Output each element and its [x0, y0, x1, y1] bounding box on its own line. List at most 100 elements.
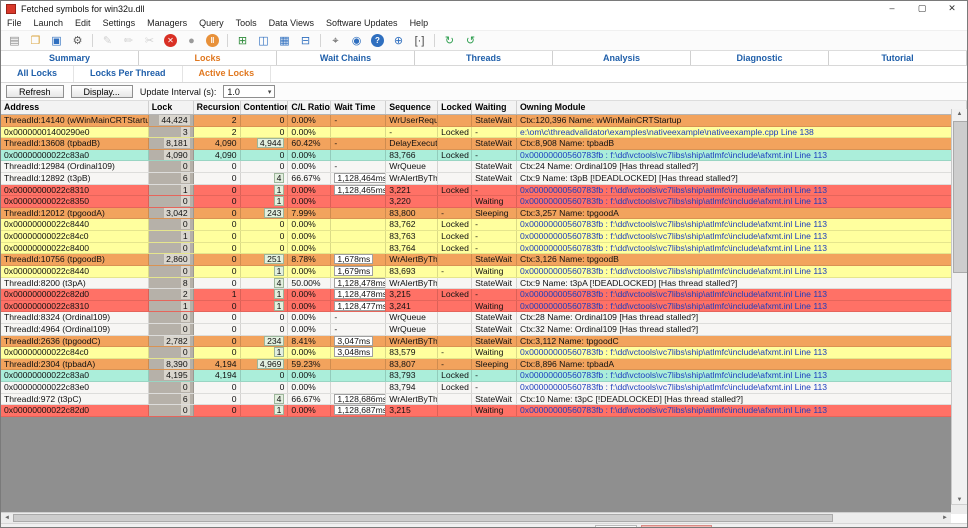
display-button[interactable]: Display...: [70, 85, 133, 98]
table-row[interactable]: ThreadId:14140 (wWinMainCRTStartup) 44,42…: [1, 115, 967, 127]
table-row[interactable]: 0x00000001400290e0 3 2 0 0.00% - Locked - e:\om\…: [1, 126, 967, 139]
menu-launch[interactable]: Launch: [28, 17, 70, 30]
maximize-button[interactable]: ▢: [907, 1, 937, 17]
brackets-icon[interactable]: [·]: [410, 33, 429, 49]
column-header-locked[interactable]: Locked: [438, 101, 473, 114]
tab-threads[interactable]: Threads: [415, 51, 553, 65]
cell-sequence: 3,241: [386, 300, 439, 312]
table-row[interactable]: 0x00000000022c82d0 2 1 1 0.00% 1,128,478ms 3,2…: [1, 289, 967, 301]
save-icon[interactable]: ▣: [47, 33, 66, 49]
view-columns-icon[interactable]: ◫: [254, 33, 273, 49]
view-grid-icon[interactable]: ▦: [275, 33, 294, 49]
table-row[interactable]: ThreadId:4964 (Ordinal109) 0 0 0 0.00% - WrQue…: [1, 323, 967, 336]
pause-icon[interactable]: ‖: [206, 34, 219, 47]
table-row[interactable]: 0x00000000022c82d0 0 0 1 0.00% 1,128,687ms 3,2…: [1, 405, 967, 417]
update-interval-select[interactable]: 1.0 ▾: [223, 85, 276, 98]
cell-sequence: WrAlertByThr...: [386, 173, 439, 184]
new-file-icon[interactable]: ▤: [5, 33, 24, 49]
horizontal-scrollbar-thumb[interactable]: [13, 513, 833, 522]
table-row[interactable]: 0x00000000022c8440 0 0 1 0.00% 1,679ms 83,693-…: [1, 265, 967, 278]
column-header-address[interactable]: Address: [1, 101, 149, 114]
column-header-lock[interactable]: Lock: [149, 101, 194, 114]
column-header-recursion[interactable]: Recursion: [194, 101, 241, 114]
add-view-icon[interactable]: ⊞: [233, 33, 252, 49]
refresh-all-icon[interactable]: ↺: [461, 33, 480, 49]
menu-settings[interactable]: Settings: [97, 17, 142, 30]
horizontal-scrollbar[interactable]: ◄ ►: [1, 511, 951, 523]
minimize-button[interactable]: –: [877, 1, 907, 17]
vertical-scrollbar[interactable]: ▲ ▼: [951, 109, 967, 506]
tab-analysis[interactable]: Analysis: [553, 51, 691, 65]
table-row[interactable]: 0x00000000022c8440 0 0 0 0.00% 83,762 Locked -0…: [1, 219, 967, 232]
help-icon[interactable]: ?: [371, 34, 384, 47]
column-header-contention[interactable]: Contention: [241, 101, 289, 114]
cell-address: ThreadId:8324 (Ordinal109): [1, 312, 149, 323]
column-header-waiting[interactable]: Waiting: [472, 101, 517, 114]
table-row[interactable]: 0x00000000022c8310 1 0 1 0.00% 1,128,465ms 3,2…: [1, 184, 967, 197]
table-row[interactable]: ThreadId:2304 (tpbadA) 8,390 4,194 4,969 59.…: [1, 358, 967, 371]
table-row[interactable]: ThreadId:13608 (tpbadB) 8,181 4,090 4,944 60…: [1, 138, 967, 150]
table-row[interactable]: 0x00000000022c83e0 0 0 0 0.00% 83,794 Locked -0…: [1, 382, 967, 394]
refresh-button[interactable]: Refresh: [6, 85, 64, 98]
refresh-icon[interactable]: ↻: [440, 33, 459, 49]
close-button[interactable]: ✕: [937, 1, 967, 17]
table-row[interactable]: 0x00000000022c84c0 0 0 1 0.00% 3,048ms 83,579-…: [1, 347, 967, 359]
column-header-wait-time[interactable]: Wait Time: [331, 101, 387, 114]
menu-file[interactable]: File: [1, 17, 28, 30]
tab-locks[interactable]: Locks: [139, 51, 277, 65]
subtab-all-locks[interactable]: All Locks: [1, 66, 75, 82]
menu-edit[interactable]: Edit: [69, 17, 97, 30]
table-row[interactable]: ThreadId:8324 (Ordinal109) 0 0 0 0.00% - WrQue…: [1, 312, 967, 324]
table-row[interactable]: ThreadId:972 (t3pC) 6 0 4 66.67% 1,128,686ms W…: [1, 393, 967, 406]
cell-recursion: 0: [194, 184, 241, 196]
table-row[interactable]: 0x00000000022c84c0 1 0 0 0.00% 83,763 Locked -0…: [1, 231, 967, 243]
scroll-right-icon[interactable]: ►: [939, 513, 951, 523]
globe-icon[interactable]: ⊕: [389, 33, 408, 49]
zoom-icon[interactable]: ⌖: [326, 33, 345, 49]
tab-wait-chains[interactable]: Wait Chains: [277, 51, 415, 65]
table-row[interactable]: ThreadId:12892 (t3pB) 6 0 4 66.67% 1,128,464m…: [1, 173, 967, 185]
table-row[interactable]: 0x00000000022c8400 0 0 0 0.00% 83,764 Locked -0…: [1, 242, 967, 255]
subtab-active-locks[interactable]: Active Locks: [183, 66, 272, 82]
cell-recursion: 0: [194, 196, 241, 207]
record-icon[interactable]: ●: [182, 33, 201, 49]
wait-time-value: 3,047ms: [334, 335, 374, 346]
menu-tools[interactable]: Tools: [230, 17, 263, 30]
settings-gear-icon[interactable]: ⚙: [68, 33, 87, 49]
table-row[interactable]: 0x00000000022c8350 0 0 1 0.00% 3,220 Waiting 0x…: [1, 196, 967, 208]
subtab-locks-per-thread[interactable]: Locks Per Thread: [74, 66, 183, 82]
tab-summary[interactable]: Summary: [1, 51, 139, 65]
cell-c-l-ratio: 8.41%: [288, 335, 332, 347]
cell-wait-time: -: [331, 115, 387, 126]
table-row[interactable]: 0x00000000022c83a0 4,195 4,194 0 0.00% 83,793…: [1, 370, 967, 383]
tab-diagnostic[interactable]: Diagnostic: [691, 51, 829, 65]
column-header-owning-module[interactable]: Owning Module: [517, 101, 967, 114]
menu-help[interactable]: Help: [404, 17, 435, 30]
cell-sequence: 3,215: [386, 289, 439, 300]
scroll-up-icon[interactable]: ▲: [952, 109, 967, 120]
menu-managers[interactable]: Managers: [141, 17, 193, 30]
column-header-c-l-ratio[interactable]: C/L Ratio: [288, 101, 332, 114]
vertical-scrollbar-thumb[interactable]: [953, 121, 967, 273]
cell-owning-module: Ctx:9 Name: t3pB [!DEADLOCKED] [Has thre…: [517, 173, 967, 184]
table-row[interactable]: ThreadId:12012 (tpgoodA) 3,042 0 243 7.99% 83…: [1, 207, 967, 220]
scroll-left-icon[interactable]: ◄: [1, 513, 13, 523]
cell-lock: 2,782: [148, 335, 194, 347]
open-folder-icon[interactable]: ❐: [26, 33, 45, 49]
menu-data-views[interactable]: Data Views: [263, 17, 320, 30]
column-header-sequence[interactable]: Sequence: [386, 101, 439, 114]
table-row[interactable]: ThreadId:8200 (t3pA) 8 0 4 50.00% 1,128,478ms…: [1, 277, 967, 290]
tab-tutorial[interactable]: Tutorial: [829, 51, 967, 65]
stop-icon[interactable]: ✕: [164, 34, 177, 47]
table-row[interactable]: 0x00000000022c83a0 4,090 4,090 0 0.00% 83,766…: [1, 149, 967, 162]
table-row[interactable]: ThreadId:12984 (Ordinal109) 0 0 0 0.00% - WrQu…: [1, 161, 967, 174]
menu-query[interactable]: Query: [193, 17, 230, 30]
table-row[interactable]: ThreadId:2636 (tpgoodC) 2,782 0 234 8.41% 3,0…: [1, 335, 967, 348]
table-row[interactable]: 0x00000000022c8310 1 0 1 0.00% 1,128,477ms 3,2…: [1, 300, 967, 313]
cell-recursion: 0: [194, 219, 241, 231]
view-split-icon[interactable]: ⊟: [296, 33, 315, 49]
menu-software-updates[interactable]: Software Updates: [320, 17, 404, 30]
info-icon[interactable]: ◉: [347, 33, 366, 49]
cell-address: ThreadId:12012 (tpgoodA): [1, 207, 149, 219]
table-row[interactable]: ThreadId:10756 (tpgoodB) 2,860 0 251 8.78% 1,…: [1, 254, 967, 266]
